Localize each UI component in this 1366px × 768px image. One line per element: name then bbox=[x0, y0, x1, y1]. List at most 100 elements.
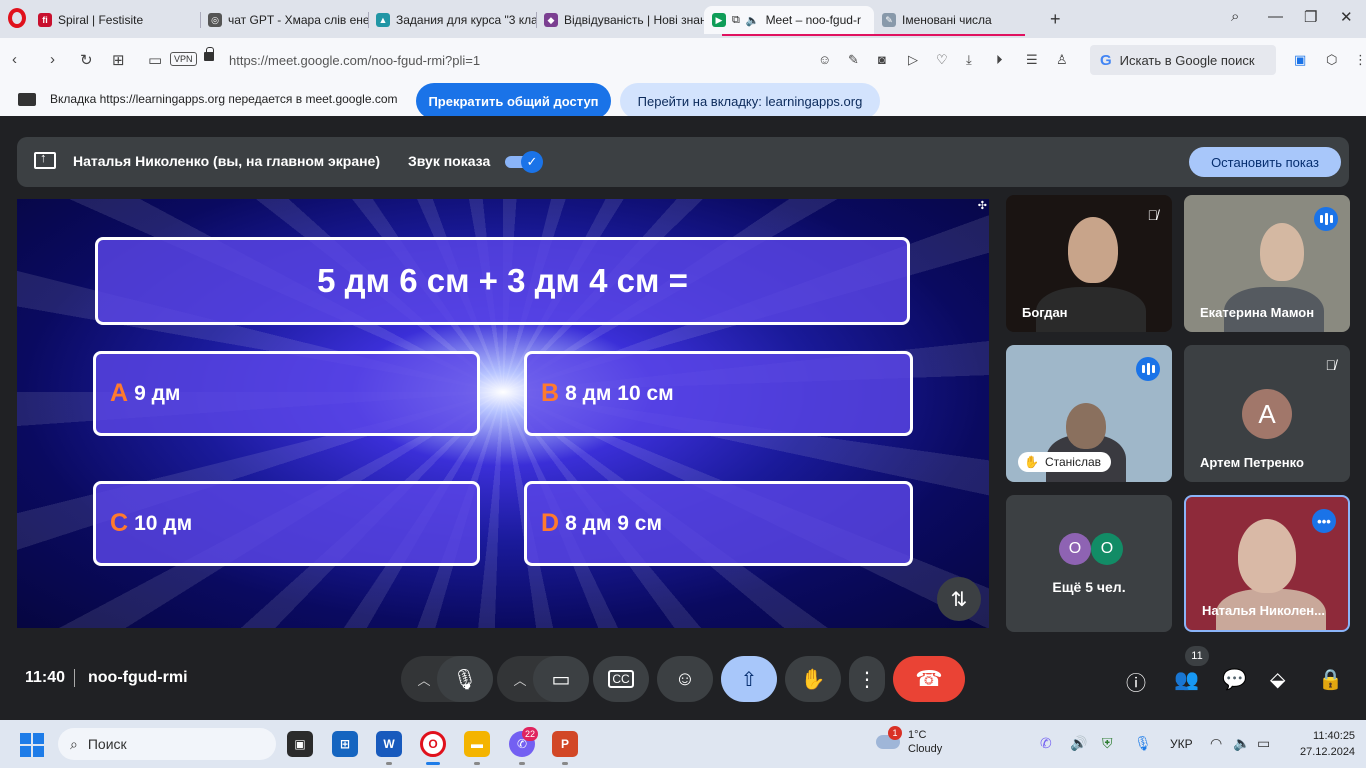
back-icon[interactable]: ‹ bbox=[12, 51, 17, 68]
share-audio-toggle[interactable]: ✓ bbox=[505, 151, 543, 173]
reactions-button[interactable]: ☺ bbox=[657, 656, 713, 702]
leave-call-button[interactable]: ☎ bbox=[893, 656, 965, 702]
tab-search-icon[interactable]: ⌕ bbox=[1231, 8, 1239, 25]
emoji-icon[interactable]: ☺ bbox=[818, 52, 831, 67]
answer-a[interactable]: A 9 дм bbox=[93, 351, 480, 436]
participant-tile-bogdan[interactable]: 🎙̸ Богдан bbox=[1006, 195, 1172, 332]
people-icon[interactable]: 👥 bbox=[1174, 667, 1199, 692]
microphone-tray-icon[interactable]: 🎙 bbox=[1134, 735, 1152, 752]
viber-tray-icon[interactable]: ✆ bbox=[1040, 735, 1052, 752]
battery-icon[interactable]: ▭ bbox=[1257, 735, 1270, 752]
vpn-badge[interactable]: VPN bbox=[170, 52, 197, 66]
tab-audio-icon[interactable]: 🔈 bbox=[746, 14, 760, 27]
answer-d[interactable]: D 8 дм 9 см bbox=[524, 481, 913, 566]
send-icon[interactable]: ▷ bbox=[908, 52, 918, 68]
reload-icon[interactable]: ↻ bbox=[80, 51, 93, 69]
mic-button[interactable]: 🎙 bbox=[437, 656, 493, 702]
answer-letter: D bbox=[541, 509, 560, 537]
people-count-badge: 11 bbox=[1185, 646, 1209, 666]
tab-imenovani-chysla[interactable]: ✎ Іменовані числа bbox=[874, 6, 1034, 34]
edit-icon[interactable]: ✎ bbox=[848, 52, 859, 68]
speaker-icon[interactable]: 🔈 bbox=[1233, 735, 1250, 752]
more-options-button[interactable]: ⋮ bbox=[849, 656, 885, 702]
word-icon[interactable]: W bbox=[376, 731, 402, 757]
activities-icon[interactable]: ⬙ bbox=[1270, 667, 1285, 692]
participant-name: Артем Петренко bbox=[1200, 455, 1304, 470]
swap-layout-button[interactable]: ⇅ bbox=[937, 577, 981, 621]
profile-icon[interactable]: ♙ bbox=[1056, 52, 1068, 68]
start-windows-icon[interactable] bbox=[20, 733, 44, 757]
nz-favicon-icon: ◆ bbox=[544, 13, 558, 27]
volume-tray-icon[interactable]: 🔊 bbox=[1070, 735, 1087, 752]
system-clock[interactable]: 11:40:25 27.12.2024 bbox=[1300, 728, 1355, 760]
task-view-icon[interactable]: ▣ bbox=[287, 731, 313, 757]
lock-icon[interactable] bbox=[204, 47, 214, 61]
participant-tile-ekaterina[interactable]: Екатерина Мамон bbox=[1184, 195, 1350, 332]
participant-name: Наталья Николен... bbox=[1202, 603, 1325, 618]
taskbar-search-label: Поиск bbox=[87, 736, 127, 752]
camera-button[interactable]: ▭ bbox=[533, 656, 589, 702]
participant-tile-artem[interactable]: 🎙̸ А Артем Петренко bbox=[1184, 345, 1350, 482]
learningapps-favicon-icon: ✎ bbox=[882, 13, 896, 27]
opera-menu-icon[interactable] bbox=[8, 8, 26, 28]
file-explorer-icon[interactable]: ▬ bbox=[464, 731, 490, 757]
tab-chat-gpt[interactable]: ◎ чат GPT - Хмара слів ене bbox=[200, 6, 368, 34]
forward-icon[interactable]: › bbox=[50, 51, 55, 68]
sidebar-icon[interactable]: ▣ bbox=[1294, 52, 1306, 68]
speaking-indicator-icon bbox=[1136, 357, 1160, 381]
expand-icon[interactable]: ✣ bbox=[978, 199, 987, 212]
host-controls-icon[interactable]: 🔒 bbox=[1318, 667, 1343, 692]
url-field[interactable]: https://meet.google.com/noo-fgud-rmi?pli… bbox=[229, 53, 480, 68]
switch-to-tab-button[interactable]: Перейти на вкладку: learningapps.org bbox=[620, 83, 880, 119]
player-icon[interactable]: ⏵ bbox=[996, 52, 1003, 68]
weather-widget[interactable]: 1°C Cloudy bbox=[876, 728, 942, 756]
heart-icon[interactable]: ♡ bbox=[936, 52, 948, 68]
participant-name: Богдан bbox=[1022, 305, 1068, 320]
participant-name: Станіслав bbox=[1044, 455, 1101, 469]
new-tab-plus-icon[interactable]: + bbox=[1050, 9, 1061, 30]
camera-icon[interactable]: ▭ bbox=[148, 51, 162, 69]
store-icon[interactable]: ⊞ bbox=[332, 731, 358, 757]
answer-c[interactable]: C 10 дм bbox=[93, 481, 480, 566]
captions-button[interactable]: CC bbox=[593, 656, 649, 702]
snapshot-icon[interactable]: ◙ bbox=[878, 52, 886, 67]
tabs-grid-icon[interactable]: ⊞ bbox=[112, 51, 125, 69]
download-icon[interactable]: ⤓ bbox=[966, 52, 972, 68]
maximize-icon[interactable]: ❐ bbox=[1304, 8, 1317, 26]
quiz-question: 5 дм 6 см + 3 дм 4 см = bbox=[95, 237, 910, 325]
menu-dots-icon[interactable]: ⋮ bbox=[1354, 52, 1366, 68]
tab-share-banner: Вкладка https://learningapps.org передае… bbox=[0, 82, 1366, 119]
meet-call-area: Наталья Николенко (вы, на главном экране… bbox=[0, 116, 1366, 720]
stop-presenting-button[interactable]: Остановить показ bbox=[1189, 147, 1341, 177]
tab-meet[interactable]: ▶ ⧉ 🔈 Meet – noo-fgud-r bbox=[704, 6, 874, 34]
self-tile[interactable]: ••• Наталья Николен... bbox=[1184, 495, 1350, 632]
more-participants-tile[interactable]: О О Ещё 5 чел. bbox=[1006, 495, 1172, 632]
chat-icon[interactable]: 💬 bbox=[1222, 667, 1247, 692]
participant-tile-stanislav[interactable]: ✋ Станіслав bbox=[1006, 345, 1172, 482]
weather-badge: 1 bbox=[888, 726, 902, 740]
present-button[interactable]: ⇧ bbox=[721, 656, 777, 702]
close-icon[interactable]: ✕ bbox=[1340, 8, 1353, 26]
tab-vidviduvanist[interactable]: ◆ Відвідуваність | Нові знан bbox=[536, 6, 704, 34]
meeting-details-icon[interactable]: ⓘ bbox=[1126, 667, 1146, 696]
minimize-icon[interactable]: — bbox=[1268, 8, 1283, 25]
tab-zadaniya[interactable]: ▲ Задания для курса "3 кла bbox=[368, 6, 536, 34]
google-search-box[interactable]: G Искать в Google поиск bbox=[1090, 45, 1276, 75]
opera-icon[interactable]: O bbox=[420, 731, 446, 757]
security-tray-icon[interactable]: ⛨ bbox=[1102, 735, 1113, 752]
taskbar-search[interactable]: ⌕ Поиск bbox=[58, 728, 276, 760]
easy-setup-icon[interactable]: ☰ bbox=[1026, 52, 1038, 68]
shared-tabs-indicator bbox=[722, 34, 1025, 36]
search-placeholder: Искать в Google поиск bbox=[1119, 52, 1255, 68]
more-options-icon[interactable]: ••• bbox=[1312, 509, 1336, 533]
wifi-icon[interactable]: ◠ bbox=[1210, 735, 1222, 752]
stop-sharing-button[interactable]: Прекратить общий доступ bbox=[416, 83, 611, 119]
search-icon: ⌕ bbox=[70, 735, 78, 752]
answer-b[interactable]: B 8 дм 10 см bbox=[524, 351, 913, 436]
tab-spiral[interactable]: fi Spiral | Festisite bbox=[30, 6, 200, 34]
input-language[interactable]: УКР bbox=[1170, 737, 1193, 751]
powerpoint-icon[interactable]: P bbox=[552, 731, 578, 757]
windows-taskbar: ⌕ Поиск ▣ ⊞ W O ▬ ✆ 22 P 1°C Cloudy 1 ✆ … bbox=[0, 720, 1366, 768]
extensions-icon[interactable]: ⬡ bbox=[1326, 52, 1337, 68]
raise-hand-button[interactable]: ✋ bbox=[785, 656, 841, 702]
